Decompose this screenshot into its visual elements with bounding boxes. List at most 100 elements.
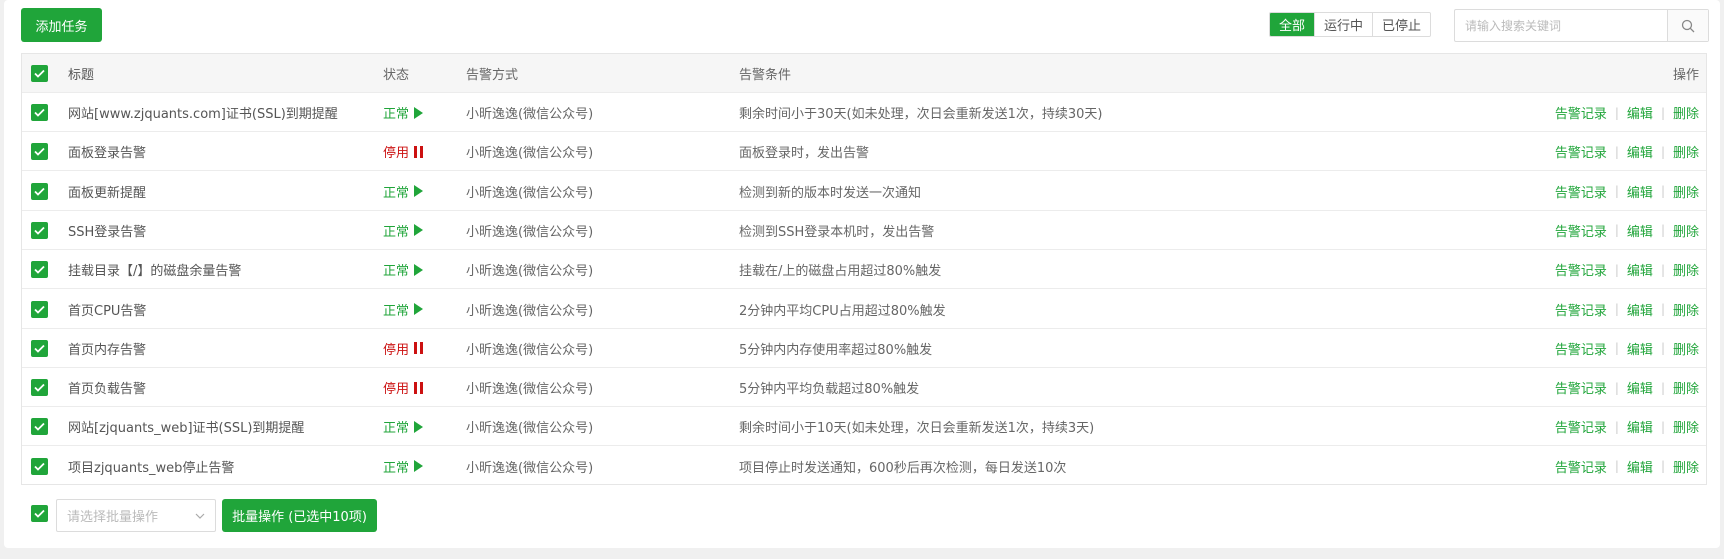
row-status[interactable]: 正常 [383, 93, 424, 132]
table-row: 面板登录告警 停用 小昕逸逸(微信公众号) 面板登录时，发出告警 告警记录 | … [22, 132, 1706, 172]
batch-operation-select[interactable]: 请选择批量操作 [56, 499, 216, 532]
row-status[interactable]: 停用 [383, 329, 424, 368]
search-button[interactable] [1667, 10, 1708, 41]
add-task-button[interactable]: 添加任务 [21, 8, 102, 42]
row-checkbox[interactable] [31, 379, 48, 397]
row-ops: 告警记录 | 编辑 | 删除 [1555, 142, 1699, 162]
delete-link[interactable]: 删除 [1673, 339, 1699, 358]
header-method: 告警方式 [466, 68, 519, 83]
delete-link[interactable]: 删除 [1673, 142, 1699, 161]
row-title: 网站[www.zjquants.com]证书(SSL)到期提醒 [68, 107, 338, 122]
ops-divider: | [1614, 262, 1619, 277]
alert-log-link[interactable]: 告警记录 [1555, 417, 1607, 436]
delete-link[interactable]: 删除 [1673, 103, 1699, 122]
row-status[interactable]: 停用 [383, 368, 424, 407]
filter-running-button[interactable]: 运行中 [1315, 13, 1374, 36]
row-checkbox[interactable] [31, 457, 48, 475]
edit-link[interactable]: 编辑 [1627, 142, 1653, 161]
row-condition: 检测到SSH登录本机时，发出告警 [739, 224, 935, 240]
delete-link[interactable]: 删除 [1673, 457, 1699, 476]
header-condition: 告警条件 [739, 68, 792, 83]
edit-link[interactable]: 编辑 [1627, 339, 1653, 358]
edit-link[interactable]: 编辑 [1627, 457, 1653, 476]
edit-link[interactable]: 编辑 [1627, 221, 1653, 240]
batch-operation-button[interactable]: 批量操作 (已选中10项) [222, 499, 377, 532]
status-label: 正常 [383, 107, 410, 122]
check-icon [34, 509, 45, 518]
delete-link[interactable]: 删除 [1673, 417, 1699, 436]
check-icon [34, 187, 45, 196]
ops-divider: | [1660, 223, 1665, 238]
ops-divider: | [1660, 262, 1665, 277]
row-checkbox[interactable] [31, 143, 48, 161]
row-status[interactable]: 正常 [383, 172, 424, 211]
search-input[interactable] [1455, 10, 1667, 41]
select-all-checkbox[interactable] [31, 65, 48, 82]
check-icon [34, 148, 45, 157]
edit-link[interactable]: 编辑 [1627, 103, 1653, 122]
row-checkbox[interactable] [31, 104, 48, 121]
alert-log-link[interactable]: 告警记录 [1555, 339, 1607, 358]
filter-all-button[interactable]: 全部 [1270, 13, 1316, 36]
alert-log-link[interactable]: 告警记录 [1555, 142, 1607, 161]
row-status[interactable]: 正常 [383, 407, 424, 446]
alert-log-link[interactable]: 告警记录 [1555, 103, 1607, 122]
table-row: 面板更新提醒 正常 小昕逸逸(微信公众号) 检测到新的版本时发送一次通知 告警记… [22, 172, 1706, 211]
row-status[interactable]: 正常 [383, 250, 424, 289]
row-condition: 剩余时间小于10天(如未处理，次日会重新发送1次，持续3天) [739, 421, 1095, 437]
status-label: 停用 [383, 146, 410, 162]
edit-link[interactable]: 编辑 [1627, 300, 1653, 319]
row-status[interactable]: 正常 [383, 447, 424, 486]
ops-divider: | [1660, 144, 1665, 159]
edit-link[interactable]: 编辑 [1627, 260, 1653, 279]
row-method: 小昕逸逸(微信公众号) [466, 303, 594, 319]
alert-log-link[interactable]: 告警记录 [1555, 300, 1607, 319]
delete-link[interactable]: 删除 [1673, 221, 1699, 240]
row-status[interactable]: 停用 [383, 132, 424, 171]
row-condition: 面板登录时，发出告警 [739, 146, 870, 162]
row-checkbox[interactable] [31, 339, 48, 357]
alert-log-link[interactable]: 告警记录 [1555, 182, 1607, 201]
row-method: 小昕逸逸(微信公众号) [466, 107, 594, 122]
row-ops: 告警记录 | 编辑 | 删除 [1555, 221, 1699, 240]
ops-divider: | [1660, 459, 1665, 474]
check-icon [34, 226, 45, 235]
play-icon [414, 224, 424, 237]
row-method: 小昕逸逸(微信公众号) [466, 382, 594, 398]
search-box [1454, 9, 1709, 42]
check-icon [34, 305, 45, 314]
edit-link[interactable]: 编辑 [1627, 417, 1653, 436]
edit-link[interactable]: 编辑 [1627, 182, 1653, 201]
row-checkbox[interactable] [31, 300, 48, 318]
row-status[interactable]: 正常 [383, 211, 424, 250]
alert-log-link[interactable]: 告警记录 [1555, 221, 1607, 240]
row-checkbox[interactable] [31, 418, 48, 436]
row-condition: 挂载在/上的磁盘占用超过80%触发 [739, 264, 942, 280]
edit-link[interactable]: 编辑 [1627, 378, 1653, 397]
alert-log-link[interactable]: 告警记录 [1555, 457, 1607, 476]
check-icon [34, 69, 45, 78]
row-checkbox[interactable] [31, 221, 48, 239]
row-method: 小昕逸逸(微信公众号) [466, 224, 594, 240]
check-icon [34, 266, 45, 274]
play-icon [414, 420, 424, 433]
play-icon [414, 303, 424, 315]
delete-link[interactable]: 删除 [1673, 300, 1699, 319]
delete-link[interactable]: 删除 [1673, 260, 1699, 279]
delete-link[interactable]: 删除 [1673, 378, 1699, 397]
filter-stopped-button[interactable]: 已停止 [1373, 13, 1431, 36]
pause-icon [414, 145, 424, 158]
ops-divider: | [1660, 419, 1665, 434]
row-checkbox[interactable] [31, 182, 48, 200]
header-title: 标题 [68, 68, 95, 83]
row-checkbox[interactable] [31, 261, 48, 279]
alert-log-link[interactable]: 告警记录 [1555, 260, 1607, 279]
status-filter-group: 全部 运行中 已停止 [1269, 12, 1432, 37]
row-status[interactable]: 正常 [383, 290, 424, 329]
bottom-select-all-checkbox[interactable] [31, 505, 48, 522]
ops-divider: | [1660, 341, 1665, 356]
row-ops: 告警记录 | 编辑 | 删除 [1555, 300, 1699, 319]
alert-log-link[interactable]: 告警记录 [1555, 378, 1607, 397]
delete-link[interactable]: 删除 [1673, 182, 1699, 201]
check-icon [34, 423, 45, 432]
